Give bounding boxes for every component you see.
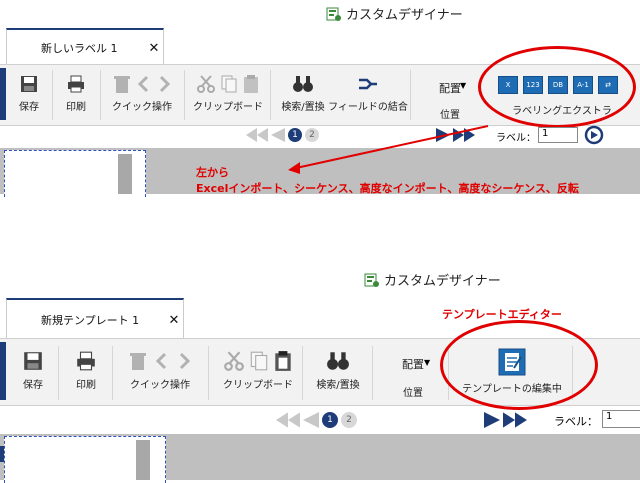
prev-page-icon[interactable] — [303, 412, 319, 428]
undo-icon — [155, 352, 167, 370]
pager-bottom: 1 2 — [276, 412, 357, 428]
page-1[interactable]: 1 — [322, 412, 338, 428]
app-title-text: カスタムデザイナー — [384, 274, 501, 289]
close-icon[interactable]: ✕ — [165, 313, 183, 328]
tab-label: 新規テンプレート 1 — [41, 314, 140, 327]
quick-icons — [129, 350, 191, 372]
printer-icon — [77, 351, 95, 371]
paste-icon — [275, 351, 291, 371]
clipboard-icons — [223, 350, 293, 372]
ruler-marker — [0, 446, 4, 462]
align-label: 配置 — [402, 358, 424, 371]
canvas-scrollbar-bottom[interactable] — [136, 440, 150, 480]
annotation-top-line1: 左から — [196, 166, 229, 179]
position-label: 位置 — [403, 388, 423, 399]
tab-new-template[interactable]: 新規テンプレート 1 ✕ — [6, 298, 184, 340]
pager-nav-next-bottom — [484, 412, 527, 428]
next-page-icon[interactable] — [484, 412, 500, 428]
label-caption: ラベル： — [554, 415, 598, 428]
page-2[interactable]: 2 — [341, 412, 357, 428]
save-icon — [24, 352, 42, 370]
quick-actions-group[interactable]: クイック操作 — [120, 350, 200, 391]
redo-icon — [179, 352, 191, 370]
annotation-bottom: テンプレートエディター — [442, 308, 562, 321]
copy-icon — [250, 351, 268, 371]
highlight-ellipse-bottom — [440, 320, 598, 410]
trash-icon — [130, 353, 146, 370]
designer-icon — [364, 273, 379, 287]
label-number-input[interactable]: 1 — [602, 410, 640, 428]
search-replace-button[interactable]: 検索/置換 — [306, 350, 370, 391]
annotation-top-line2: Excelインポート、シーケンス、高度なインポート、高度なシーケンス、反転 — [196, 182, 579, 195]
last-page-icon[interactable] — [503, 412, 527, 428]
app-title-bottom: カスタムデザイナー — [364, 270, 501, 289]
save-button[interactable]: 保存 — [18, 350, 48, 391]
side-accent — [0, 342, 6, 400]
print-button[interactable]: 印刷 — [70, 350, 102, 391]
cut-icon — [224, 351, 244, 371]
clipboard-group[interactable]: クリップボード — [216, 350, 300, 391]
chevron-down-icon: ▼ — [424, 358, 431, 367]
annotation-arrow — [288, 125, 489, 174]
first-page-icon[interactable] — [276, 412, 300, 428]
binoculars-icon — [327, 352, 349, 370]
